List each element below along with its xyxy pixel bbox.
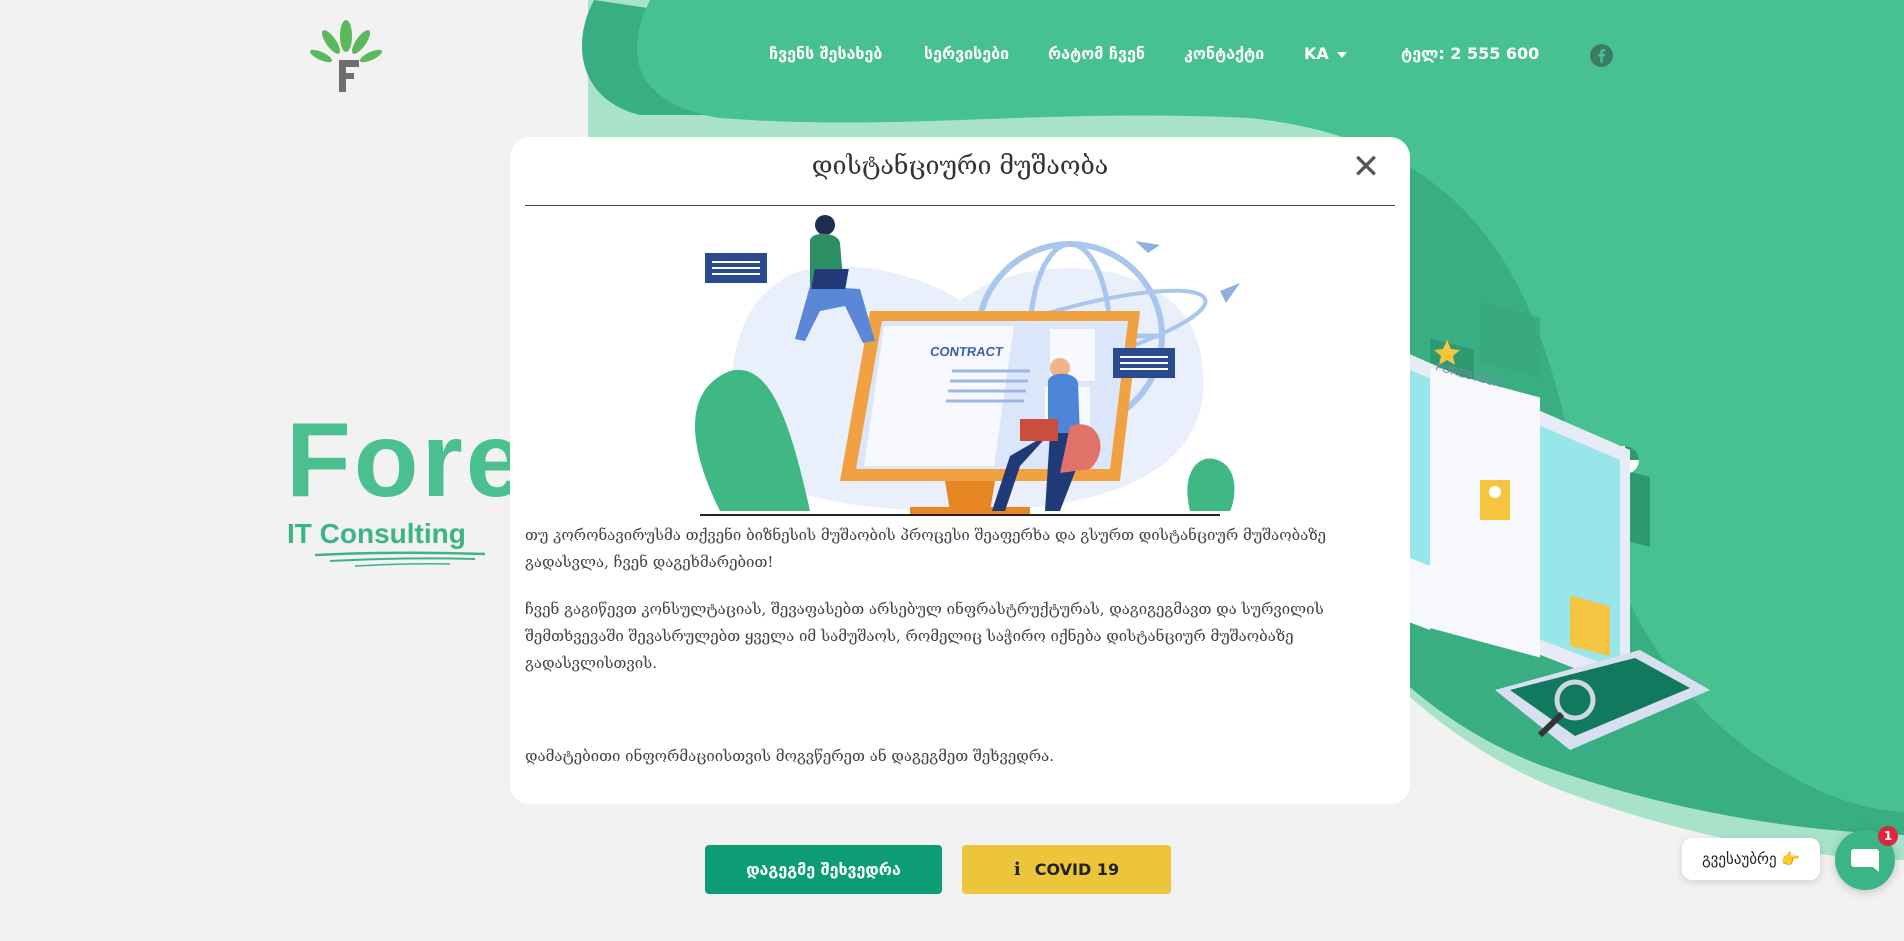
phone-number[interactable]: ტელ: 2 555 600 [1401,44,1539,63]
modal-title: დისტანციური მუშაობა [811,151,1109,180]
covid-info-button[interactable]: i COVID 19 [962,845,1171,894]
main-nav: ჩვენს შესახებ სერვისები რატომ ჩვენ კონტა… [0,44,1904,72]
covid-button-label: COVID 19 [1034,860,1120,879]
nav-item-why-us[interactable]: რატომ ჩვენ [1048,44,1145,63]
nav-item-contact[interactable]: კონტაქტი [1184,44,1264,63]
chat-unread-badge: 1 [1878,826,1898,846]
facebook-icon[interactable] [1589,43,1614,68]
nav-item-about[interactable]: ჩვენს შესახებ [769,44,882,63]
hero-tagline: IT Consulting [287,518,466,549]
modal-divider [525,205,1395,206]
language-label: KA [1304,44,1329,63]
chat-prompt-label[interactable]: გვესაუბრე 👉 [1682,838,1820,880]
chevron-down-icon [1336,51,1347,58]
contract-label: CONTRACT [929,344,1004,359]
close-icon[interactable]: ✕ [1346,147,1386,187]
modal-paragraph-3: დამატებითი ინფორმაციისთვის მოგვწერეთ ან … [525,747,1054,765]
info-icon: i [1013,859,1021,880]
language-selector[interactable]: KA [1304,44,1347,63]
schedule-meeting-button[interactable]: დაგეგმე შეხვედრა [705,845,942,894]
remote-contract-illustration: CONTRACT [695,215,1240,516]
nav-item-services[interactable]: სერვისები [924,44,1009,63]
modal-paragraph-2: ჩვენ გაგიწევთ კონსულტაციას, შევაფასებთ ა… [525,600,1324,672]
remote-work-modal: დისტანციური მუშაობა ✕ CONTRACT თუ კორონა… [510,137,1410,804]
modal-paragraph-1: თუ კორონავირუსმა თქვენი ბიზნესის მუშაობი… [525,526,1327,571]
hero-laptop-illustration: FORESTECH [1400,301,1710,750]
tagline-underline [314,551,486,567]
